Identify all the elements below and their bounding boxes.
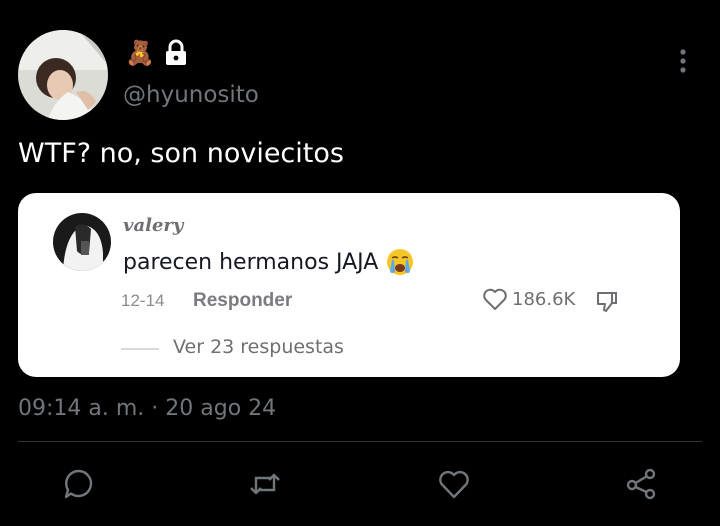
retweet-icon[interactable]: [247, 466, 283, 502]
commenter-username: valery: [123, 215, 184, 236]
share-icon[interactable]: [623, 466, 659, 502]
reply-button[interactable]: Responder: [193, 290, 292, 312]
tweet-text: WTF? no, son noviecitos: [18, 138, 344, 169]
more-vertical-icon[interactable]: [674, 48, 692, 74]
teddy-bear-emoji: 🧸: [125, 39, 155, 67]
view-replies-link[interactable]: Ver 23 respuestas: [173, 336, 344, 358]
heart-outline-icon: [483, 288, 507, 310]
author-avatar[interactable]: [18, 30, 108, 120]
replies-divider-line: [121, 348, 159, 350]
comment-like-count: 186.6K: [512, 288, 576, 310]
reply-icon[interactable]: [61, 466, 97, 502]
author-handle[interactable]: @hyunosito: [123, 82, 259, 108]
crying-emoji-icon: [386, 248, 414, 276]
quoted-comment-card[interactable]: valery parecen hermanos JAJA 12-14 Respo…: [18, 193, 680, 377]
comment-text: parecen hermanos JAJA: [123, 249, 379, 275]
actions-divider: [18, 441, 702, 442]
author-name-row: 🧸: [125, 38, 189, 68]
dislike-icon[interactable]: [594, 289, 620, 315]
commenter-avatar: [53, 213, 111, 271]
comment-date: 12-14: [121, 291, 165, 310]
comment-text-row: parecen hermanos JAJA: [123, 248, 414, 276]
tweet-timestamp[interactable]: 09:14 a. m. · 20 ago 24: [18, 396, 276, 421]
lock-icon: [163, 39, 189, 67]
heart-icon[interactable]: [436, 466, 472, 502]
comment-like-button[interactable]: 186.6K: [482, 287, 575, 311]
